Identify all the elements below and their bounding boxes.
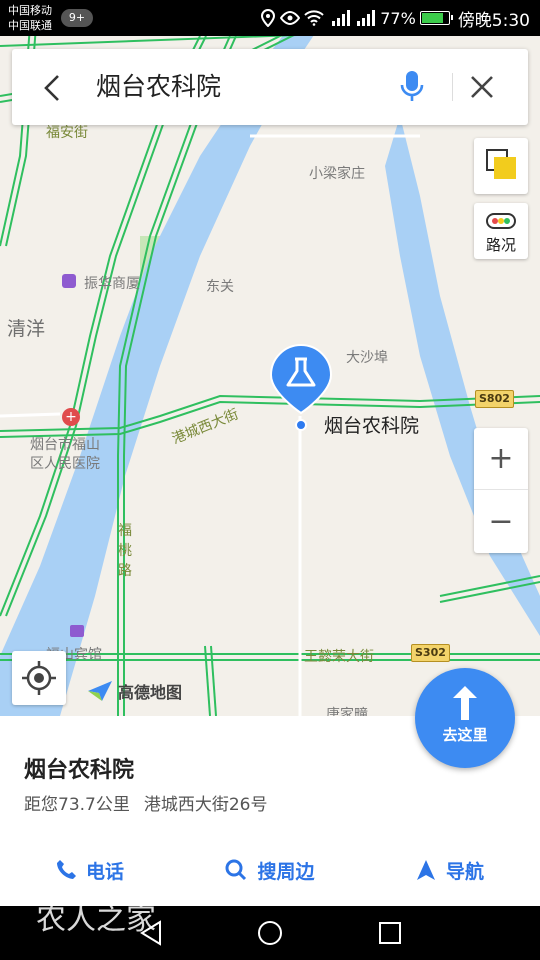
traffic-label: 路况 [485, 236, 516, 254]
amap-logo-icon [88, 681, 112, 701]
crosshair-icon [22, 661, 56, 695]
status-bar: 中国移动 中国联通 9+ 77% 傍晚5:30 [0, 0, 540, 36]
search-bar: 烟台农科院 [12, 49, 528, 125]
road-shield-s802: S802 [475, 390, 514, 408]
battery-icon [419, 11, 453, 25]
go-here-label: 去这里 [442, 726, 488, 744]
navigate-label: 导航 [445, 860, 484, 883]
map-label-tangjia: 唐家疃 [326, 707, 368, 716]
phone-label: 电话 [85, 860, 124, 883]
navigate-button[interactable]: 导航 [360, 842, 540, 898]
signal-4g-icon [332, 10, 351, 26]
phone-button[interactable]: 电话 [0, 842, 180, 898]
place-distance: 距您73.7公里 [24, 795, 130, 815]
map-label-hospital-1: 烟台市福山 [30, 437, 100, 453]
phone-icon [56, 860, 76, 879]
map-label-xiaoliang: 小梁家庄 [309, 166, 365, 182]
recents-square-icon[interactable] [377, 920, 403, 946]
route-arrow-icon [453, 686, 477, 720]
carrier-1: 中国移动 [8, 4, 52, 17]
shopping-icon [62, 274, 76, 288]
action-bar: 电话 搜周边 导航 [0, 842, 540, 898]
status-icons: 77% 傍晚5:30 [260, 7, 530, 31]
home-circle-icon[interactable] [257, 920, 283, 946]
signal-icon [357, 10, 376, 26]
poi-label[interactable]: 烟台农科院 [324, 411, 419, 438]
close-icon[interactable] [466, 71, 498, 103]
amap-logo: 高德地图 [86, 679, 182, 703]
map-label-qingyang: 清洋 [7, 318, 46, 340]
poi-dot [295, 419, 307, 431]
navigation-arrow-icon [416, 860, 435, 880]
hotel-icon [70, 625, 84, 637]
back-arrow-icon[interactable] [38, 73, 68, 103]
notification-badge: 9+ [61, 9, 93, 27]
map-label-fulu-1: 福 [118, 523, 132, 539]
microphone-icon[interactable] [397, 69, 427, 105]
map-label-fuan: 福安街 [46, 125, 88, 141]
place-subtitle: 距您73.7公里 港城西大街26号 [24, 790, 268, 815]
go-here-button[interactable]: 去这里 [415, 668, 515, 768]
search-divider [452, 73, 453, 101]
map-label-zhenhua: 振华商厦 [84, 276, 140, 292]
map-label-dongguan: 东关 [206, 279, 234, 295]
wifi-icon [304, 10, 324, 26]
search-input[interactable]: 烟台农科院 [96, 69, 221, 105]
traffic-button[interactable]: 路况 [474, 203, 528, 259]
map-label-fulu-3: 路 [118, 563, 132, 579]
nearby-button[interactable]: 搜周边 [180, 842, 360, 898]
map-label-wangyirong: 王懿荣大街 [304, 649, 374, 665]
place-address: 港城西大街26号 [143, 795, 268, 815]
layers-icon [486, 149, 516, 179]
carrier-info: 中国移动 中国联通 [8, 3, 52, 33]
map-label-dashabu: 大沙埠 [346, 350, 388, 366]
battery-percent: 77% [380, 8, 416, 28]
watermark: 农人之家 [36, 902, 156, 937]
traffic-light-icon [486, 213, 516, 229]
zoom-out-button[interactable]: − [474, 490, 528, 552]
map-label-fulu-2: 桃 [118, 543, 132, 559]
eye-icon [280, 11, 301, 25]
nearby-label: 搜周边 [257, 860, 315, 883]
map-label-hospital-2: 区人民医院 [30, 456, 100, 472]
locate-button[interactable] [12, 651, 66, 705]
zoom-in-button[interactable]: + [474, 428, 528, 490]
layers-button[interactable] [474, 138, 528, 194]
search-icon [225, 859, 247, 881]
road-shield-s302: S302 [411, 644, 450, 662]
clock: 傍晚5:30 [457, 10, 530, 31]
zoom-controls: + − [474, 428, 528, 553]
amap-logo-text: 高德地图 [118, 683, 183, 702]
place-title: 烟台农科院 [24, 758, 135, 783]
lab-marker-icon[interactable] [269, 343, 333, 415]
location-icon [261, 9, 276, 27]
carrier-2: 中国联通 [8, 19, 52, 32]
hospital-icon: + [62, 408, 80, 426]
